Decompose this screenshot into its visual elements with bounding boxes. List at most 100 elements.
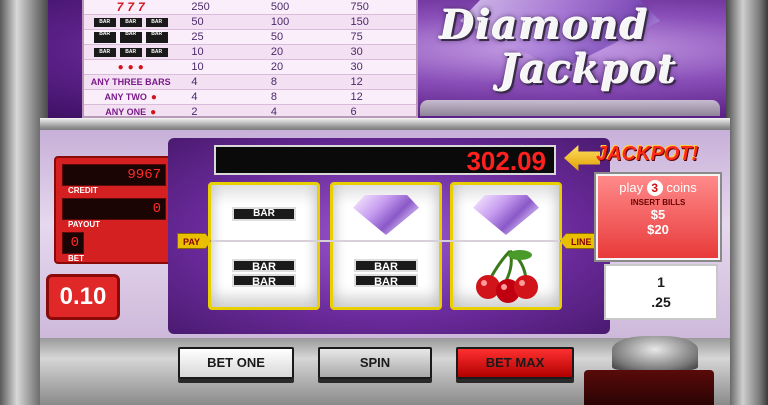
payout-3-coins: 75 — [350, 31, 363, 43]
paytable-row: BAR BAR BAR 50 100 150 — [84, 15, 416, 30]
seven-icon: 7 — [127, 0, 135, 14]
play-suffix: coins — [666, 180, 697, 195]
bar-line: BAR — [232, 274, 296, 288]
logo-title-line2: Jackpot — [500, 46, 678, 93]
payout-2-coins: 50 — [270, 31, 284, 43]
payout-2-coins: 8 — [270, 91, 278, 103]
cherry-icon — [476, 249, 538, 303]
bar-line: BAR — [354, 274, 418, 288]
single-bar-symbols: BAR BAR BAR — [84, 47, 177, 57]
credit-label: CREDIT — [68, 186, 98, 195]
reel-2: BAR BAR — [330, 182, 442, 310]
single-bar-icon: BAR — [145, 47, 168, 57]
reel-3 — [450, 182, 562, 310]
logo-title-line1: Diamond — [440, 2, 649, 49]
paytable: 7 7 7 250 500 750 BAR BAR BAR 50 100 150… — [82, 0, 418, 118]
any-one-cherry: ANY ONE ● — [84, 106, 177, 118]
seven-icon: 7 — [138, 0, 145, 14]
diamond-icon — [353, 195, 419, 235]
counter-panel: 9967 CREDIT 0 PAYOUT 0 BET — [54, 156, 172, 264]
cherry-symbols: ● ● ● — [84, 62, 177, 73]
bet-display: 0 — [62, 232, 84, 254]
spin-button[interactable]: SPIN — [318, 347, 432, 379]
payout-1-coin: 50 — [191, 16, 204, 28]
any-two-label: ANY TWO — [104, 92, 147, 102]
payout-1-coin: 4 — [191, 76, 198, 88]
bet-label: BET — [68, 254, 84, 263]
payout-2-coins: 100 — [270, 16, 290, 28]
jackpot-value: 302.09 — [466, 146, 546, 176]
insert-bills-label: INSERT BILLS — [630, 198, 686, 207]
lever-handle[interactable] — [612, 336, 698, 370]
play-coins-text: play 3 coins — [598, 180, 718, 196]
bet-max-button[interactable]: BET MAX — [456, 347, 574, 379]
payout-1-coin: 25 — [191, 31, 204, 43]
single-bar-icon: BAR — [119, 47, 142, 57]
bill-amount-20: $20 — [647, 222, 669, 237]
double-bar-icon: BAR — [93, 31, 116, 43]
paytable-row: 7 7 7 250 500 750 — [84, 0, 416, 15]
payline-left-tag: PAY — [177, 233, 212, 249]
payout-3-coins: 150 — [350, 16, 369, 28]
payout-1-coin: 10 — [191, 61, 204, 73]
play-prefix: play — [619, 180, 644, 195]
seven-icon: 7 — [116, 0, 124, 14]
payline — [200, 240, 570, 242]
seven-symbols: 7 7 7 — [84, 0, 177, 14]
triple-bar-symbols: BAR BAR BAR — [84, 17, 177, 27]
diamond-icon — [473, 195, 539, 235]
jackpot-label: JACKPOT! — [596, 143, 699, 165]
cherry-icon: ● — [150, 91, 157, 103]
any-three-bars-label: ANY THREE BARS — [90, 77, 171, 87]
bill-amount-5: $5 — [650, 207, 666, 222]
paytable-row: ANY ONE ● 2 4 6 — [84, 105, 416, 118]
payout-display: 0 — [62, 198, 166, 220]
coin-value-box: 1 .25 — [604, 264, 718, 320]
paytable-row: BAR BAR BAR 10 20 30 — [84, 45, 416, 60]
bet-one-button[interactable]: BET ONE — [178, 347, 294, 379]
single-bar-icon: BAR — [93, 47, 116, 57]
payout-label: PAYOUT — [68, 220, 101, 229]
double-bar-symbols: BAR BAR BAR — [84, 31, 177, 43]
payout-2-coins: 8 — [270, 76, 278, 88]
payout-1-coin: 250 — [191, 1, 210, 13]
payout-1-coin: 10 — [191, 46, 204, 58]
payout-3-coins: 30 — [350, 46, 363, 58]
payout-2-coins: 500 — [270, 1, 290, 13]
denomination-button[interactable]: 0.10 — [46, 274, 120, 320]
any-two-cherries: ANY TWO ● — [84, 92, 177, 103]
paytable-row: ● ● ● 10 20 30 — [84, 60, 416, 75]
credit-display: 9967 — [62, 164, 166, 186]
coin-slot — [584, 370, 714, 405]
triple-bar-icon: BAR — [93, 17, 116, 27]
double-bar-icon: BAR — [145, 31, 168, 43]
coin-value-line2: .25 — [651, 294, 671, 310]
coin-count-badge: 3 — [646, 180, 663, 196]
bar-line: BAR — [232, 259, 296, 273]
payout-1-coin: 2 — [191, 106, 198, 118]
double-bar-icon: BAR — [119, 31, 142, 43]
double-bar-symbol: BAR BAR — [232, 259, 296, 288]
payout-2-coins: 20 — [270, 61, 284, 73]
cabinet-right-frame — [726, 0, 768, 405]
double-bar-symbol: BAR BAR — [354, 259, 418, 288]
paytable-row: ANY THREE BARS 4 8 12 — [84, 75, 416, 90]
single-bar-symbol: BAR — [232, 207, 296, 221]
cherry-icon: ● — [150, 106, 157, 118]
triple-bar-icon: BAR — [119, 17, 142, 27]
payout-2-coins: 20 — [270, 46, 284, 58]
payline-right-tag: LINE — [560, 233, 598, 249]
reel-1: BAR BAR BAR — [208, 182, 320, 310]
jackpot-display: 302.09 — [214, 145, 556, 175]
payout-2-coins: 4 — [270, 106, 278, 118]
payout-3-coins: 12 — [350, 91, 363, 103]
payout-3-coins: 12 — [350, 76, 363, 88]
payout-3-coins: 30 — [350, 61, 363, 73]
coin-value-line1: 1 — [657, 274, 665, 290]
triple-bar-icon: BAR — [145, 17, 168, 27]
payout-3-coins: 6 — [350, 106, 357, 118]
paytable-row: BAR BAR BAR 25 50 75 — [84, 30, 416, 45]
paytable-row: ANY TWO ● 4 8 12 — [84, 90, 416, 105]
any-one-label: ANY ONE — [105, 107, 147, 117]
payout-1-coin: 4 — [191, 91, 198, 103]
